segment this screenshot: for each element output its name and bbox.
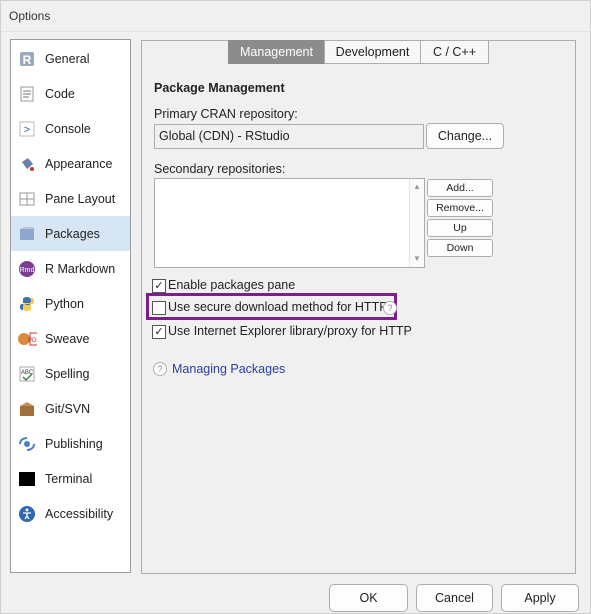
options-sidebar: R General Code > Console Appearance Pane… (10, 39, 131, 573)
sidebar-item-git-svn[interactable]: Git/SVN (11, 391, 130, 426)
sidebar-item-label: General (45, 52, 90, 66)
pane-layout-icon (17, 189, 37, 209)
option-label: Use Internet Explorer library/proxy for … (168, 324, 412, 338)
sidebar-item-console[interactable]: > Console (11, 111, 130, 146)
cancel-button[interactable]: Cancel (416, 584, 493, 612)
svg-text:R: R (23, 53, 32, 67)
tab-development[interactable]: Development (324, 40, 421, 64)
svg-text:Rmd: Rmd (20, 267, 35, 274)
apply-button[interactable]: Apply (501, 584, 579, 612)
secondary-repo-label: Secondary repositories: (154, 162, 286, 176)
sidebar-item-label: Spelling (45, 367, 90, 381)
console-prompt-icon: > (17, 119, 37, 139)
ie-proxy-checkbox[interactable]: ✓ (152, 325, 166, 339)
sidebar-item-label: Packages (45, 227, 100, 241)
sidebar-item-code[interactable]: Code (11, 76, 130, 111)
help-icon: ? (153, 362, 167, 376)
window-title: Options (9, 9, 51, 23)
scroll-down-icon[interactable]: ▼ (413, 254, 421, 263)
sidebar-item-publishing[interactable]: Publishing (11, 426, 130, 461)
sidebar-item-label: Console (45, 122, 91, 136)
sidebar-item-label: Sweave (45, 332, 90, 346)
sidebar-item-general[interactable]: R General (11, 41, 130, 76)
r-logo-icon: R (17, 49, 37, 69)
svg-text:PDF: PDF (28, 338, 37, 344)
managing-packages-link[interactable]: Managing Packages (172, 362, 285, 376)
publishing-icon (17, 434, 37, 454)
paint-bucket-icon (17, 154, 37, 174)
sidebar-item-label: Terminal (45, 472, 93, 486)
title-bar: Options (1, 1, 590, 32)
sidebar-item-appearance[interactable]: Appearance (11, 146, 130, 181)
python-icon (17, 294, 37, 314)
terminal-icon (17, 469, 37, 489)
sidebar-item-packages[interactable]: Packages (11, 216, 130, 251)
ok-button[interactable]: OK (329, 584, 408, 612)
scrollbar[interactable]: ▲ ▼ (409, 179, 424, 267)
sidebar-item-label: Accessibility (45, 507, 114, 521)
sidebar-item-sweave[interactable]: PDF Sweave (11, 321, 130, 356)
svg-text:>: > (24, 124, 30, 136)
tab-management[interactable]: Management (228, 40, 325, 64)
tab-c-cpp[interactable]: C / C++ (420, 40, 489, 64)
sidebar-item-r-markdown[interactable]: Rmd R Markdown (11, 251, 130, 286)
primary-repo-value: Global (CDN) - RStudio (159, 129, 290, 143)
sidebar-item-label: Code (45, 87, 75, 101)
option-label: Enable packages pane (168, 278, 296, 292)
move-down-button[interactable]: Down (427, 239, 493, 257)
remove-repo-button[interactable]: Remove... (427, 199, 493, 217)
sidebar-item-label: Publishing (45, 437, 103, 451)
primary-repo-label: Primary CRAN repository: (154, 107, 298, 121)
section-title: Package Management (154, 81, 285, 95)
sidebar-item-spelling[interactable]: ABC Spelling (11, 356, 130, 391)
accessibility-icon (17, 504, 37, 524)
add-repo-button[interactable]: Add... (427, 179, 493, 197)
sidebar-item-label: Appearance (45, 157, 113, 171)
sidebar-item-pane-layout[interactable]: Pane Layout (11, 181, 130, 216)
option-label: Use secure download method for HTTP (168, 300, 388, 314)
sidebar-item-label: R Markdown (45, 262, 116, 276)
sweave-icon: PDF (17, 329, 37, 349)
help-icon[interactable]: ? (383, 301, 397, 315)
rmd-icon: Rmd (17, 259, 37, 279)
sidebar-item-label: Python (45, 297, 84, 311)
sidebar-item-label: Git/SVN (45, 402, 91, 416)
package-box-icon (17, 224, 37, 244)
primary-repo-field: Global (CDN) - RStudio (154, 124, 424, 149)
change-button[interactable]: Change... (426, 123, 504, 149)
secure-download-checkbox[interactable] (152, 301, 166, 315)
sidebar-item-label: Pane Layout (45, 192, 116, 206)
enable-packages-pane-checkbox[interactable]: ✓ (152, 279, 166, 293)
sidebar-item-python[interactable]: Python (11, 286, 130, 321)
scroll-up-icon[interactable]: ▲ (413, 182, 421, 191)
sidebar-item-terminal[interactable]: Terminal (11, 461, 130, 496)
secondary-repo-list[interactable]: ▲ ▼ (154, 178, 425, 268)
spelling-icon: ABC (17, 364, 37, 384)
sidebar-item-accessibility[interactable]: Accessibility (11, 496, 130, 531)
move-up-button[interactable]: Up (427, 219, 493, 237)
git-box-icon (17, 399, 37, 419)
code-document-icon (17, 84, 37, 104)
